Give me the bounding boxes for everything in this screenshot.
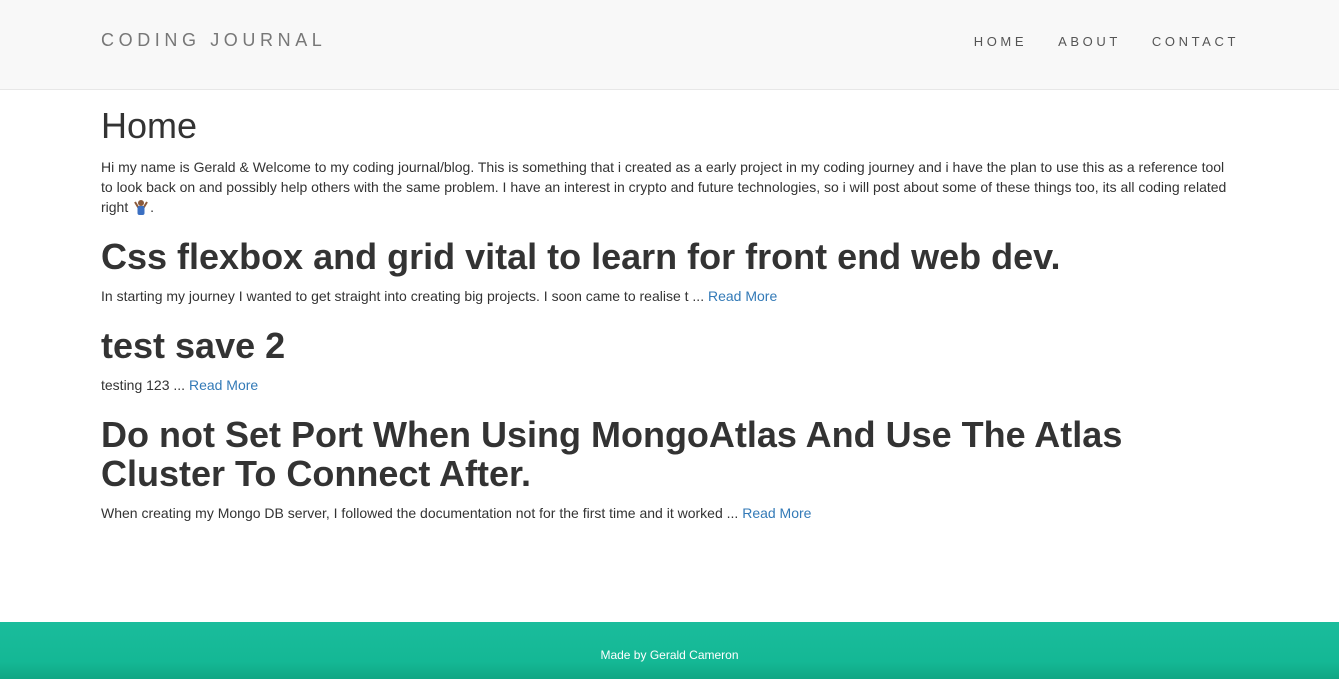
main-content: Home Hi my name is Gerald & Welcome to m… — [101, 106, 1239, 523]
post-item: test save 2 testing 123 ... Read More — [101, 326, 1239, 395]
intro-paragraph: Hi my name is Gerald & Welcome to my cod… — [101, 157, 1239, 217]
footer: Made by Gerald Cameron — [0, 622, 1339, 679]
nav-item-contact: CONTACT — [1152, 33, 1239, 51]
read-more-link[interactable]: Read More — [189, 377, 258, 393]
post-item: Css flexbox and grid vital to learn for … — [101, 237, 1239, 306]
post-item: Do not Set Port When Using MongoAtlas An… — [101, 415, 1239, 523]
post-title: Do not Set Port When Using MongoAtlas An… — [101, 414, 1123, 494]
read-more-link[interactable]: Read More — [742, 505, 811, 521]
read-more-link[interactable]: Read More — [708, 288, 777, 304]
nav-link-contact[interactable]: CONTACT — [1152, 34, 1239, 49]
post-title: Css flexbox and grid vital to learn for … — [101, 236, 1061, 277]
person-shrugging-icon — [132, 199, 150, 215]
post-title: test save 2 — [101, 325, 286, 366]
nav-menu: HOME ABOUT CONTACT — [943, 33, 1239, 51]
intro-text: Hi my name is Gerald & Welcome to my cod… — [101, 159, 1227, 215]
page-title: Home — [101, 105, 198, 146]
navbar: CODING JOURNAL HOME ABOUT CONTACT — [0, 0, 1339, 90]
post-excerpt-text: testing 123 ... — [101, 377, 189, 393]
post-excerpt: testing 123 ... Read More — [101, 375, 1239, 395]
nav-link-about[interactable]: ABOUT — [1058, 34, 1121, 49]
post-excerpt-text: In starting my journey I wanted to get s… — [101, 288, 708, 304]
intro-text-end: . — [150, 199, 155, 215]
brand-link[interactable]: CODING JOURNAL — [101, 30, 326, 50]
nav-link-home[interactable]: HOME — [974, 34, 1027, 49]
post-excerpt-text: When creating my Mongo DB server, I foll… — [101, 505, 743, 521]
footer-credit: Made by Gerald Cameron — [600, 648, 739, 662]
post-excerpt: When creating my Mongo DB server, I foll… — [101, 503, 1239, 523]
nav-item-about: ABOUT — [1058, 33, 1121, 51]
nav-item-home: HOME — [974, 33, 1027, 51]
post-excerpt: In starting my journey I wanted to get s… — [101, 286, 1239, 306]
